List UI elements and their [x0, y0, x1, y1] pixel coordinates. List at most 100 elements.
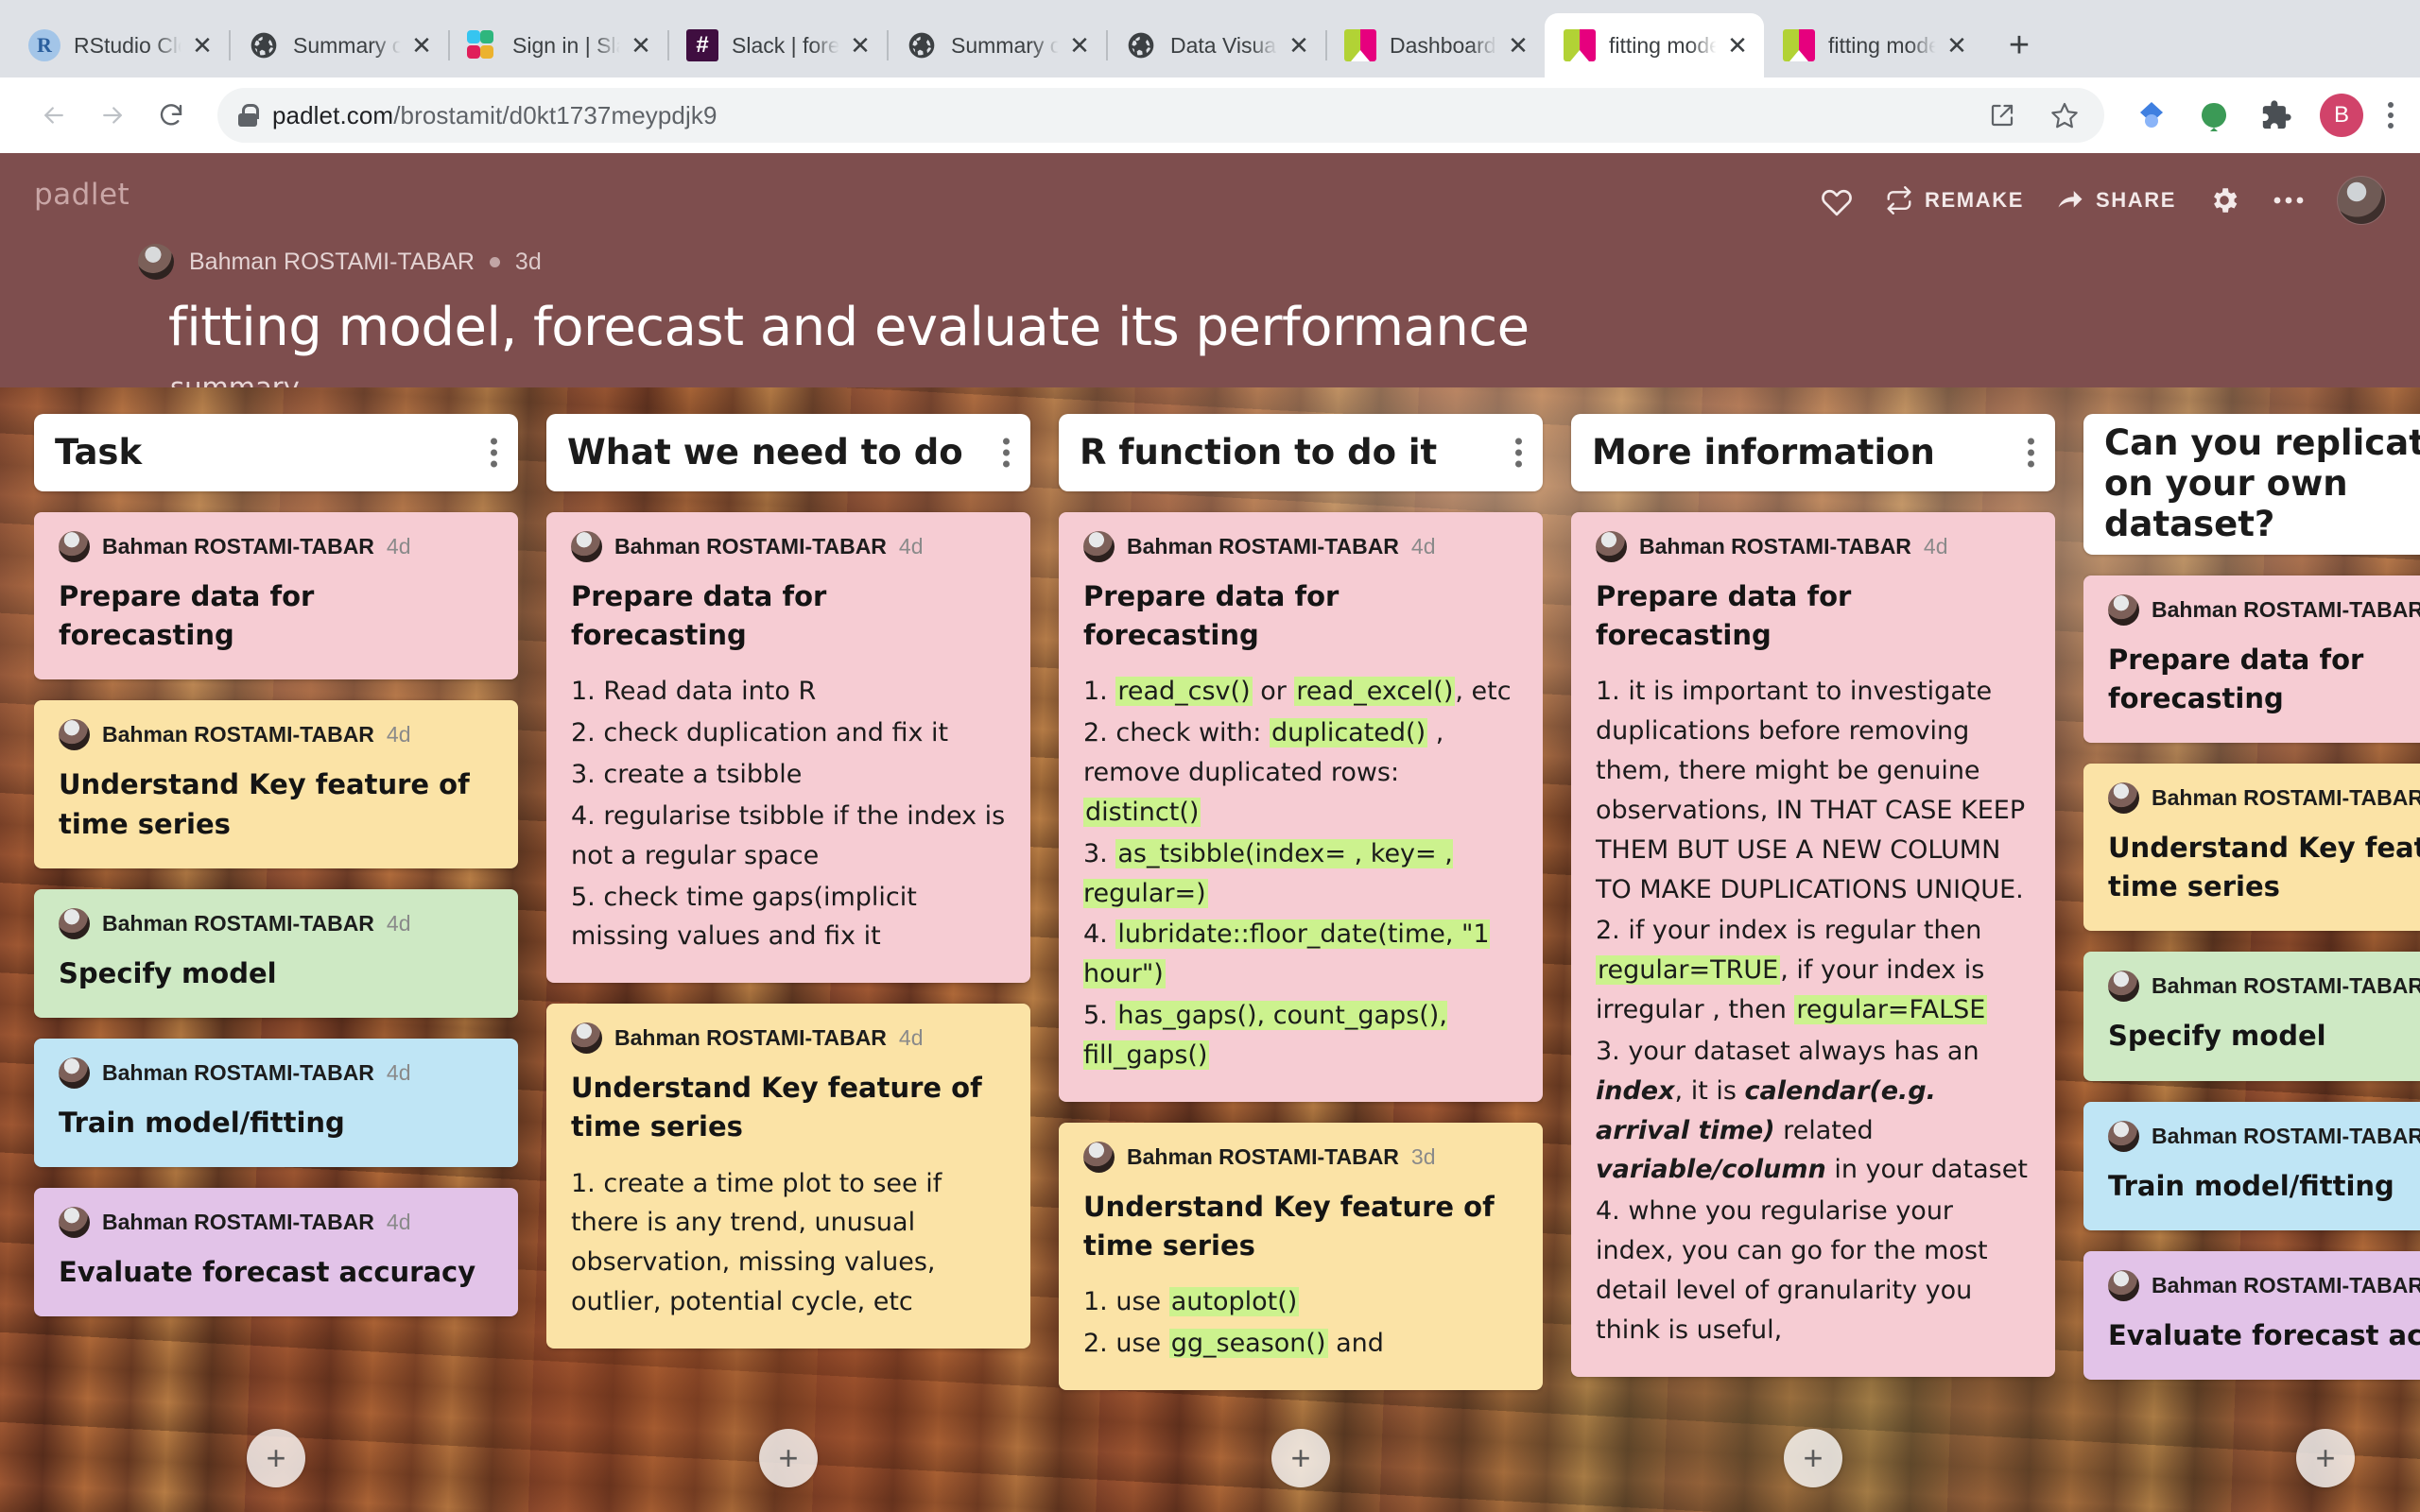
post-body-line: 3. your dataset always has an index, it …	[1596, 1036, 2028, 1185]
close-icon[interactable]: ✕	[1938, 26, 1976, 64]
globe-icon	[248, 29, 280, 61]
new-tab-button[interactable]: +	[1991, 17, 2048, 74]
user-avatar[interactable]	[2337, 176, 2386, 225]
share-button[interactable]: SHARE	[2056, 186, 2176, 215]
post-body-line: 1. create a time plot to see if there is…	[571, 1168, 942, 1317]
browser-tab[interactable]: fitting model ✕	[1764, 13, 1983, 77]
post-body-line: 5. check time gaps(implicit missing valu…	[571, 882, 917, 952]
favorite-button[interactable]	[1821, 184, 1853, 216]
browser-tab[interactable]: Summary of ✕	[887, 13, 1106, 77]
close-icon[interactable]: ✕	[1280, 26, 1318, 64]
close-icon[interactable]: ✕	[1719, 26, 1756, 64]
column-header[interactable]: What we need to do	[546, 414, 1030, 491]
post-card[interactable]: Bahman ROSTAMI-TABAR 4d Prepare data for f…	[546, 512, 1030, 984]
post-card[interactable]: Bahman ROSTAMI-TABAR Train model/fitting	[2083, 1101, 2420, 1230]
browser-tab[interactable]: R RStudio Cloud✕	[9, 13, 229, 77]
more-options-icon[interactable]	[2273, 194, 2305, 207]
post-card[interactable]: Bahman ROSTAMI-TABAR Evaluate forecast ac…	[2083, 1250, 2420, 1380]
board-column: Can you replicate it on your own dataset…	[2083, 414, 2420, 1512]
avatar	[59, 719, 90, 751]
add-post-button[interactable]: +	[247, 1429, 305, 1487]
remake-label: REMAKE	[1925, 188, 2024, 212]
reload-button[interactable]	[144, 88, 199, 143]
post-card[interactable]: Bahman ROSTAMI-TABAR 4d Prepare data for f…	[1571, 512, 2055, 1377]
post-header: Bahman ROSTAMI-TABAR 4d	[1596, 531, 2031, 562]
column-menu-icon[interactable]	[1510, 433, 1528, 473]
post-card[interactable]: Bahman ROSTAMI-TABAR 4d Specify model	[34, 888, 518, 1018]
lock-icon	[238, 104, 259, 127]
profile-avatar[interactable]: B	[2320, 94, 2363, 137]
column-header[interactable]: R function to do it	[1059, 414, 1543, 491]
browser-tab[interactable]: Dashboard ✕	[1325, 13, 1545, 77]
post-header: Bahman ROSTAMI-TABAR	[2108, 1120, 2420, 1152]
post-card[interactable]: Bahman ROSTAMI-TABAR Prepare data for for…	[2083, 575, 2420, 744]
post-card[interactable]: Bahman ROSTAMI-TABAR 4d Evaluate forecast …	[34, 1188, 518, 1317]
address-bar[interactable]: padlet.com/brostamit/d0kt1737meypdjk9	[217, 88, 2104, 143]
back-button[interactable]	[26, 88, 81, 143]
column-posts-scroll[interactable]: Bahman ROSTAMI-TABAR 4d Prepare data for f…	[34, 491, 518, 1512]
column-header[interactable]: More information	[1571, 414, 2055, 491]
column-menu-icon[interactable]	[997, 433, 1015, 473]
separator-dot	[489, 256, 500, 267]
column-menu-icon[interactable]	[2022, 433, 2040, 473]
post-card[interactable]: Bahman ROSTAMI-TABAR 4d Prepare data for f…	[34, 512, 518, 680]
post-body: 1. it is important to investigate duplic…	[1596, 672, 2031, 1349]
tab-title: fitting model	[1828, 33, 1938, 58]
padlet-header: padlet REMAKE SHARE Bahman ROSTAMI-TABAR…	[0, 153, 2420, 404]
post-timestamp: 4d	[1410, 534, 1436, 558]
browser-tab[interactable]: Sign in | Slack✕	[448, 13, 667, 77]
post-card[interactable]: Bahman ROSTAMI-TABAR Specify model	[2083, 952, 2420, 1081]
column-header[interactable]: Task	[34, 414, 518, 491]
tab-separator	[1545, 30, 1547, 60]
puzzle-extension-icon[interactable]	[2257, 96, 2295, 134]
post-title: Specify model	[59, 956, 277, 989]
green-drop-extension-icon[interactable]	[2195, 96, 2233, 134]
column-menu-icon[interactable]	[485, 433, 503, 473]
post-header: Bahman ROSTAMI-TABAR 4d	[59, 531, 493, 562]
share-icon[interactable]	[1983, 96, 2021, 134]
column-posts-scroll[interactable]: Bahman ROSTAMI-TABAR 4d Prepare data for f…	[546, 491, 1030, 1512]
settings-gear-icon[interactable]	[2208, 184, 2240, 216]
tab-title: Sign in | Slack	[512, 33, 622, 58]
tab-title: fitting model	[1609, 33, 1719, 58]
column-header[interactable]: Can you replicate it on your own dataset…	[2083, 414, 2420, 555]
post-author: Bahman ROSTAMI-TABAR	[102, 910, 374, 936]
add-post-button[interactable]: +	[1271, 1429, 1330, 1487]
post-header: Bahman ROSTAMI-TABAR 4d	[59, 719, 493, 751]
close-icon[interactable]: ✕	[841, 26, 879, 64]
post-author: Bahman ROSTAMI-TABAR	[102, 534, 374, 558]
column-posts-scroll[interactable]: Bahman ROSTAMI-TABAR 4d Prepare data for f…	[1059, 491, 1543, 1512]
bookmark-star-icon[interactable]	[2046, 96, 2083, 134]
blue-diamond-extension-icon[interactable]	[2133, 96, 2170, 134]
post-body-line: 5. has_gaps(), count_gaps(), fill_gaps()	[1083, 1001, 1447, 1070]
add-post-button[interactable]: +	[2296, 1429, 2355, 1487]
tab-separator	[1106, 30, 1108, 60]
browser-tab[interactable]: fitting model ✕	[1545, 13, 1764, 77]
chrome-menu-icon[interactable]	[2388, 102, 2394, 129]
close-icon[interactable]: ✕	[403, 26, 441, 64]
forward-button[interactable]	[85, 88, 140, 143]
browser-tab[interactable]: # Slack | forecast✕	[667, 13, 887, 77]
browser-tab[interactable]: Data Visualiz✕	[1106, 13, 1325, 77]
column-posts-scroll[interactable]: Bahman ROSTAMI-TABAR 4d Prepare data for f…	[1571, 491, 2055, 1512]
post-card[interactable]: Bahman ROSTAMI-TABAR 3d Understand Key fea…	[1059, 1122, 1543, 1390]
remake-button[interactable]: REMAKE	[1885, 186, 2024, 215]
close-icon[interactable]: ✕	[1499, 26, 1537, 64]
close-icon[interactable]: ✕	[1061, 26, 1098, 64]
post-card[interactable]: Bahman ROSTAMI-TABAR 4d Understand Key fea…	[34, 700, 518, 868]
column-posts-scroll[interactable]: Bahman ROSTAMI-TABAR Prepare data for for…	[2083, 555, 2420, 1512]
post-body-line: 1. Read data into R	[571, 677, 817, 707]
avatar	[2108, 1120, 2139, 1152]
close-icon[interactable]: ✕	[622, 26, 660, 64]
post-card[interactable]: Bahman ROSTAMI-TABAR 4d Train model/fittin…	[34, 1038, 518, 1168]
post-author: Bahman ROSTAMI-TABAR	[2152, 973, 2420, 999]
add-post-button[interactable]: +	[1784, 1429, 1842, 1487]
browser-tab[interactable]: Summary of ✕	[229, 13, 448, 77]
post-card[interactable]: Bahman ROSTAMI-TABAR 4d Understand Key fea…	[546, 1004, 1030, 1349]
post-card[interactable]: Bahman ROSTAMI-TABAR 4d Prepare data for f…	[1059, 512, 1543, 1102]
tab-separator	[1764, 30, 1766, 60]
post-card[interactable]: Bahman ROSTAMI-TABAR Understand Key featu…	[2083, 764, 2420, 932]
add-post-button[interactable]: +	[759, 1429, 818, 1487]
post-body-line: 4. regularise tsibble if the index is no…	[571, 800, 1006, 870]
close-icon[interactable]: ✕	[183, 26, 221, 64]
